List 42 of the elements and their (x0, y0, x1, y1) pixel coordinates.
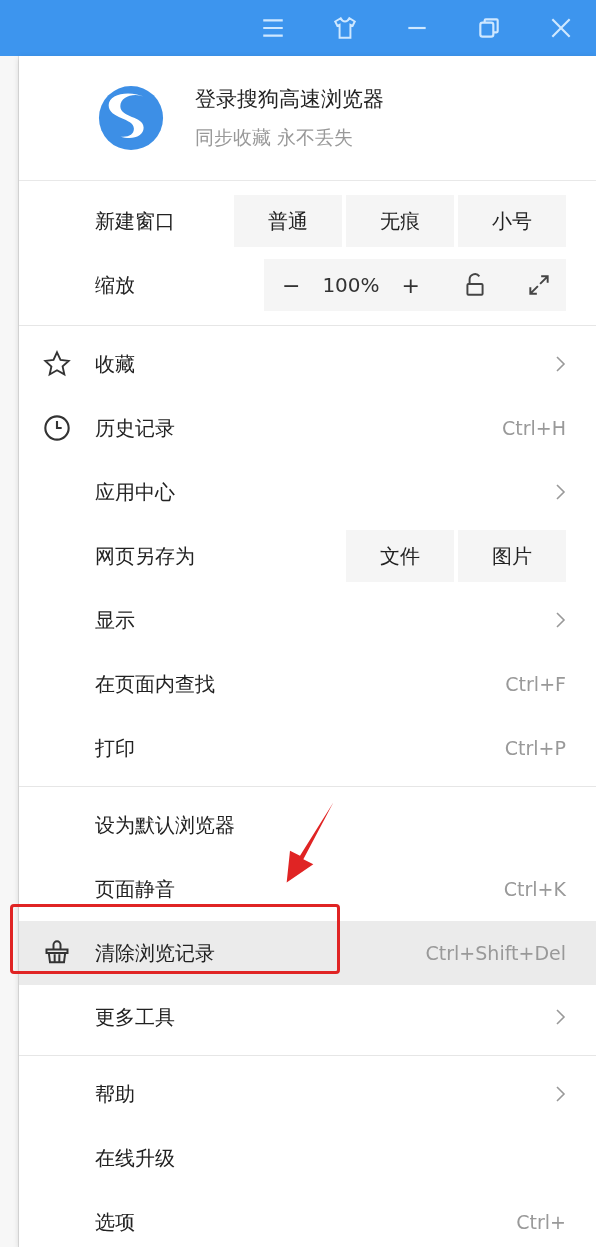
menu-item[interactable]: 打印 Ctrl+P (19, 716, 596, 780)
menu-item[interactable]: 页面静音 Ctrl+K (19, 857, 596, 921)
chevron-right-icon (554, 354, 566, 374)
zoom-value: 100% (322, 273, 380, 297)
menu-item[interactable]: 历史记录 Ctrl+H (19, 396, 596, 460)
chevron-right-icon (554, 482, 566, 502)
window-option-button[interactable]: 小号 (458, 195, 566, 247)
shortcut-text: Ctrl+Shift+Del (425, 942, 566, 964)
menu-item[interactable]: 应用中心 (19, 460, 596, 524)
restore-icon[interactable] (476, 15, 502, 41)
menu-item[interactable]: 设为默认浏览器 (19, 793, 596, 857)
shortcut-text: Ctrl+ (516, 1211, 566, 1233)
menu-item[interactable]: 选项 Ctrl+ (19, 1190, 596, 1247)
chevron-right-icon (554, 1007, 566, 1027)
menu-item[interactable]: 网页另存为 文件 图片 (19, 524, 596, 588)
shortcut-text: Ctrl+K (503, 878, 566, 900)
zoom-in-button[interactable]: + (397, 272, 424, 298)
shortcut-text: Ctrl+P (504, 737, 566, 759)
save-option-button[interactable]: 图片 (458, 530, 566, 582)
menu-item[interactable]: 收藏 (19, 332, 596, 396)
shirt-icon[interactable] (332, 15, 358, 41)
menu-label: 新建窗口 (95, 207, 175, 235)
logo-icon (97, 84, 165, 152)
chevron-right-icon (554, 1084, 566, 1104)
menu-item[interactable]: 帮助 (19, 1062, 596, 1126)
shortcut-text: Ctrl+H (502, 417, 566, 439)
zoom-out-button[interactable]: − (277, 272, 305, 298)
menu-item[interactable]: 显示 (19, 588, 596, 652)
menu-item[interactable]: 在页面内查找 Ctrl+F (19, 652, 596, 716)
clock-icon (43, 414, 71, 442)
chevron-right-icon (554, 610, 566, 630)
save-option-button[interactable]: 文件 (346, 530, 454, 582)
window-option-button[interactable]: 普通 (234, 195, 342, 247)
login-title[interactable]: 登录搜狗高速浏览器 (195, 85, 384, 113)
menu-label: 缩放 (95, 271, 135, 299)
window-option-button[interactable]: 无痕 (346, 195, 454, 247)
menu-item[interactable]: 清除浏览记录 Ctrl+Shift+Del (19, 921, 596, 985)
login-subtitle: 同步收藏 永不丢失 (195, 125, 355, 150)
fullscreen-icon[interactable] (526, 272, 552, 298)
menu-item[interactable]: 更多工具 (19, 985, 596, 1049)
shortcut-text: Ctrl+F (505, 673, 566, 695)
menu-item[interactable]: 在线升级 (19, 1126, 596, 1190)
